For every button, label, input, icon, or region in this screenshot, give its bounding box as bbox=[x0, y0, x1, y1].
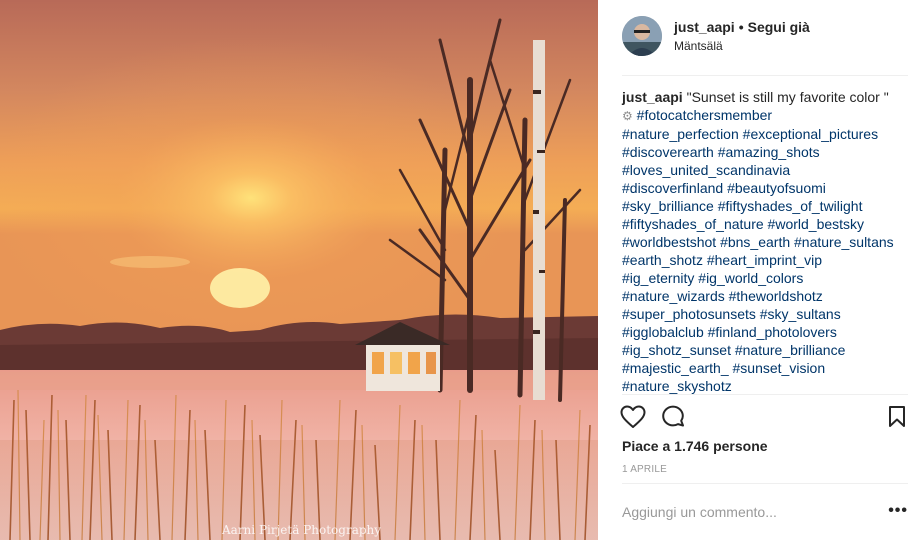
hashtag-link[interactable]: #bns_earth bbox=[720, 234, 790, 250]
hashtag-link[interactable]: #world_bestsky bbox=[768, 216, 865, 232]
header-user-line: just_aapi • Segui già bbox=[674, 19, 810, 35]
hashtag-link[interactable]: #heart_imprint_vip bbox=[707, 252, 822, 268]
save-button[interactable] bbox=[884, 404, 910, 430]
hashtag-link[interactable]: #theworldshotz bbox=[729, 288, 823, 304]
bookmark-icon bbox=[889, 406, 905, 427]
post-header: just_aapi • Segui già Mäntsälä bbox=[622, 16, 908, 76]
hashtag-link[interactable]: #nature_skyshotz bbox=[622, 378, 732, 394]
hashtag-link[interactable]: #sunset_vision bbox=[733, 360, 826, 376]
post-caption: just_aapi "Sunset is still my favorite c… bbox=[622, 88, 912, 395]
hashtag-link[interactable]: #earth_shotz bbox=[622, 252, 703, 268]
follow-button[interactable]: Segui già bbox=[748, 19, 810, 35]
post-photo[interactable]: Aarni Pirjetä Photography bbox=[0, 0, 598, 540]
hashtag-link[interactable]: #nature_perfection bbox=[622, 126, 739, 142]
post-sidebar: just_aapi • Segui già Mäntsälä just_aapi "… bbox=[598, 0, 916, 540]
sunset-lake-image bbox=[0, 0, 598, 540]
heart-icon bbox=[620, 405, 646, 428]
hashtag-link[interactable]: #loves_united_scandinavia bbox=[622, 162, 790, 178]
hashtag-link[interactable]: #worldbestshot bbox=[622, 234, 716, 250]
hashtag-link[interactable]: #fiftyshades_of_twilight bbox=[718, 198, 863, 214]
hashtag-link[interactable]: #nature_wizards bbox=[622, 288, 725, 304]
hashtag-link[interactable]: #majestic_earth_ bbox=[622, 360, 729, 376]
hashtag-link[interactable]: #beautyofsuomi bbox=[727, 180, 826, 196]
hashtag-link[interactable]: #ig_shotz_sunset bbox=[622, 342, 731, 358]
caption-username[interactable]: just_aapi bbox=[622, 89, 683, 105]
location-link[interactable]: Mäntsälä bbox=[674, 39, 723, 53]
hashtag-link[interactable]: #fotocatchersmember bbox=[637, 107, 772, 123]
likes-count[interactable]: Piace a 1.746 persone bbox=[622, 438, 768, 454]
hashtag-link[interactable]: #finland_photolovers bbox=[708, 324, 837, 340]
hashtag-link[interactable]: #super_photosunsets bbox=[622, 306, 756, 322]
hashtag-link[interactable]: #ig_eternity bbox=[622, 270, 694, 286]
hashtag-link[interactable]: #sky_brilliance bbox=[622, 198, 714, 214]
avatar[interactable] bbox=[622, 16, 662, 56]
like-button[interactable] bbox=[620, 404, 646, 430]
hashtag-link[interactable]: #exceptional_pictures bbox=[743, 126, 878, 142]
comment-input[interactable] bbox=[622, 504, 872, 520]
comment-button[interactable] bbox=[660, 404, 686, 430]
hashtag-link[interactable]: #ig_world_colors bbox=[698, 270, 803, 286]
hashtag-link[interactable]: #igglobalclub bbox=[622, 324, 704, 340]
separator-dot: • bbox=[738, 19, 744, 35]
hashtag-link[interactable]: #amazing_shots bbox=[718, 144, 820, 160]
actions-divider bbox=[622, 394, 908, 395]
gear-icon: ⚙ bbox=[622, 109, 633, 123]
hashtag-link[interactable]: #fiftyshades_of_nature bbox=[622, 216, 764, 232]
comment-bar: ••• bbox=[622, 483, 908, 540]
hashtag-link[interactable]: #nature_brilliance bbox=[735, 342, 846, 358]
hashtag-link[interactable]: #nature_sultans bbox=[794, 234, 894, 250]
hashtag-link[interactable]: #discoverfinland bbox=[622, 180, 723, 196]
caption-text: "Sunset is still my favorite color " bbox=[686, 89, 889, 105]
username-link[interactable]: just_aapi bbox=[674, 19, 735, 35]
more-options-icon[interactable]: ••• bbox=[888, 502, 908, 520]
hashtag-link[interactable]: #sky_sultans bbox=[760, 306, 841, 322]
comment-icon bbox=[662, 405, 684, 427]
post-date[interactable]: 1 APRILE bbox=[622, 464, 667, 475]
photo-watermark: Aarni Pirjetä Photography bbox=[222, 523, 382, 537]
hashtag-link[interactable]: #discoverearth bbox=[622, 144, 714, 160]
